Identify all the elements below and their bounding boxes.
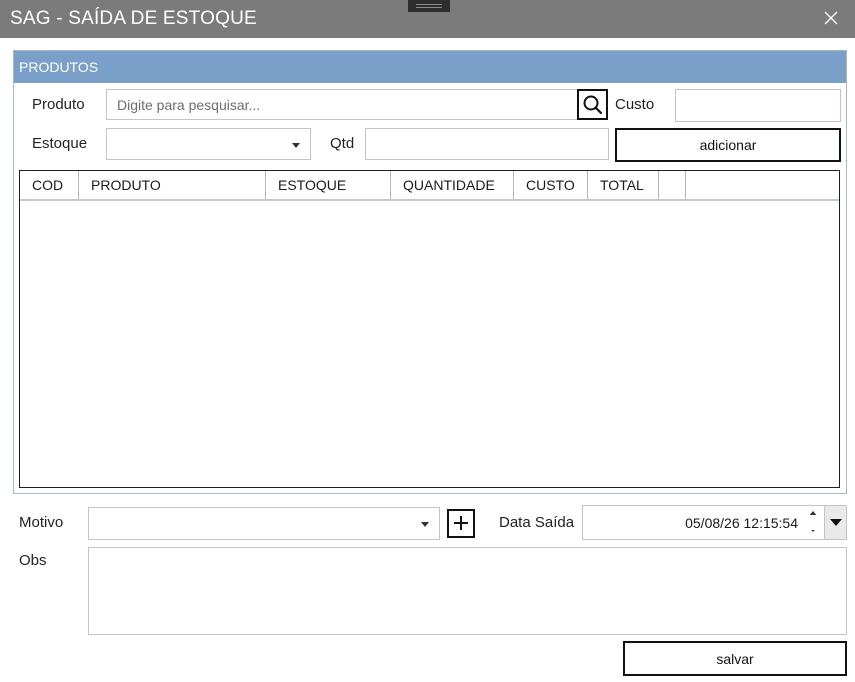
drag-handle-icon[interactable] (408, 0, 450, 12)
products-table: COD PRODUTO ESTOQUE QUANTIDADE CUSTO TOT… (19, 170, 840, 488)
title-bar: SAG - SAÍDA DE ESTOQUE (0, 0, 855, 38)
produto-label: Produto (32, 96, 85, 113)
column-header-total[interactable]: TOTAL (588, 171, 659, 199)
date-dropdown-icon[interactable] (824, 505, 847, 540)
spin-down-icon[interactable] (803, 522, 823, 538)
produtos-header: PRODUTOS (14, 51, 846, 83)
motivo-label: Motivo (19, 514, 64, 531)
column-header-quantidade[interactable]: QUANTIDADE (391, 171, 514, 199)
table-header: COD PRODUTO ESTOQUE QUANTIDADE CUSTO TOT… (20, 171, 839, 201)
adicionar-button[interactable]: adicionar (615, 128, 841, 162)
estoque-select[interactable] (106, 128, 311, 160)
spin-up-icon[interactable] (803, 506, 823, 522)
qtd-label: Qtd (330, 135, 355, 152)
data-saida-label: Data Saída (499, 514, 575, 531)
data-saida-picker[interactable]: 05/08/26 12:15:54 (582, 505, 825, 540)
motivo-select[interactable] (88, 507, 440, 540)
search-button[interactable] (577, 89, 608, 120)
column-header-blank-2[interactable] (686, 171, 839, 199)
search-icon (583, 95, 603, 115)
column-header-cod[interactable]: COD (20, 171, 79, 199)
data-saida-value[interactable]: 05/08/26 12:15:54 (685, 515, 798, 531)
chevron-down-icon (421, 522, 429, 527)
column-header-custo[interactable]: CUSTO (514, 171, 588, 199)
window-title: SAG - SAÍDA DE ESTOQUE (10, 8, 257, 29)
qtd-input[interactable] (365, 128, 609, 160)
chevron-down-icon (292, 143, 300, 148)
column-header-produto[interactable]: PRODUTO (79, 171, 266, 199)
add-motivo-button[interactable] (447, 509, 475, 538)
estoque-label: Estoque (32, 135, 88, 152)
close-icon[interactable] (821, 8, 841, 28)
column-header-blank-1[interactable] (659, 171, 686, 199)
column-header-estoque[interactable]: ESTOQUE (266, 171, 391, 199)
obs-textarea[interactable] (88, 547, 847, 635)
produto-search-input[interactable] (106, 89, 578, 120)
salvar-button[interactable]: salvar (623, 641, 847, 676)
custo-input[interactable] (675, 89, 841, 122)
obs-label: Obs (19, 552, 47, 569)
custo-label: Custo (615, 96, 655, 113)
